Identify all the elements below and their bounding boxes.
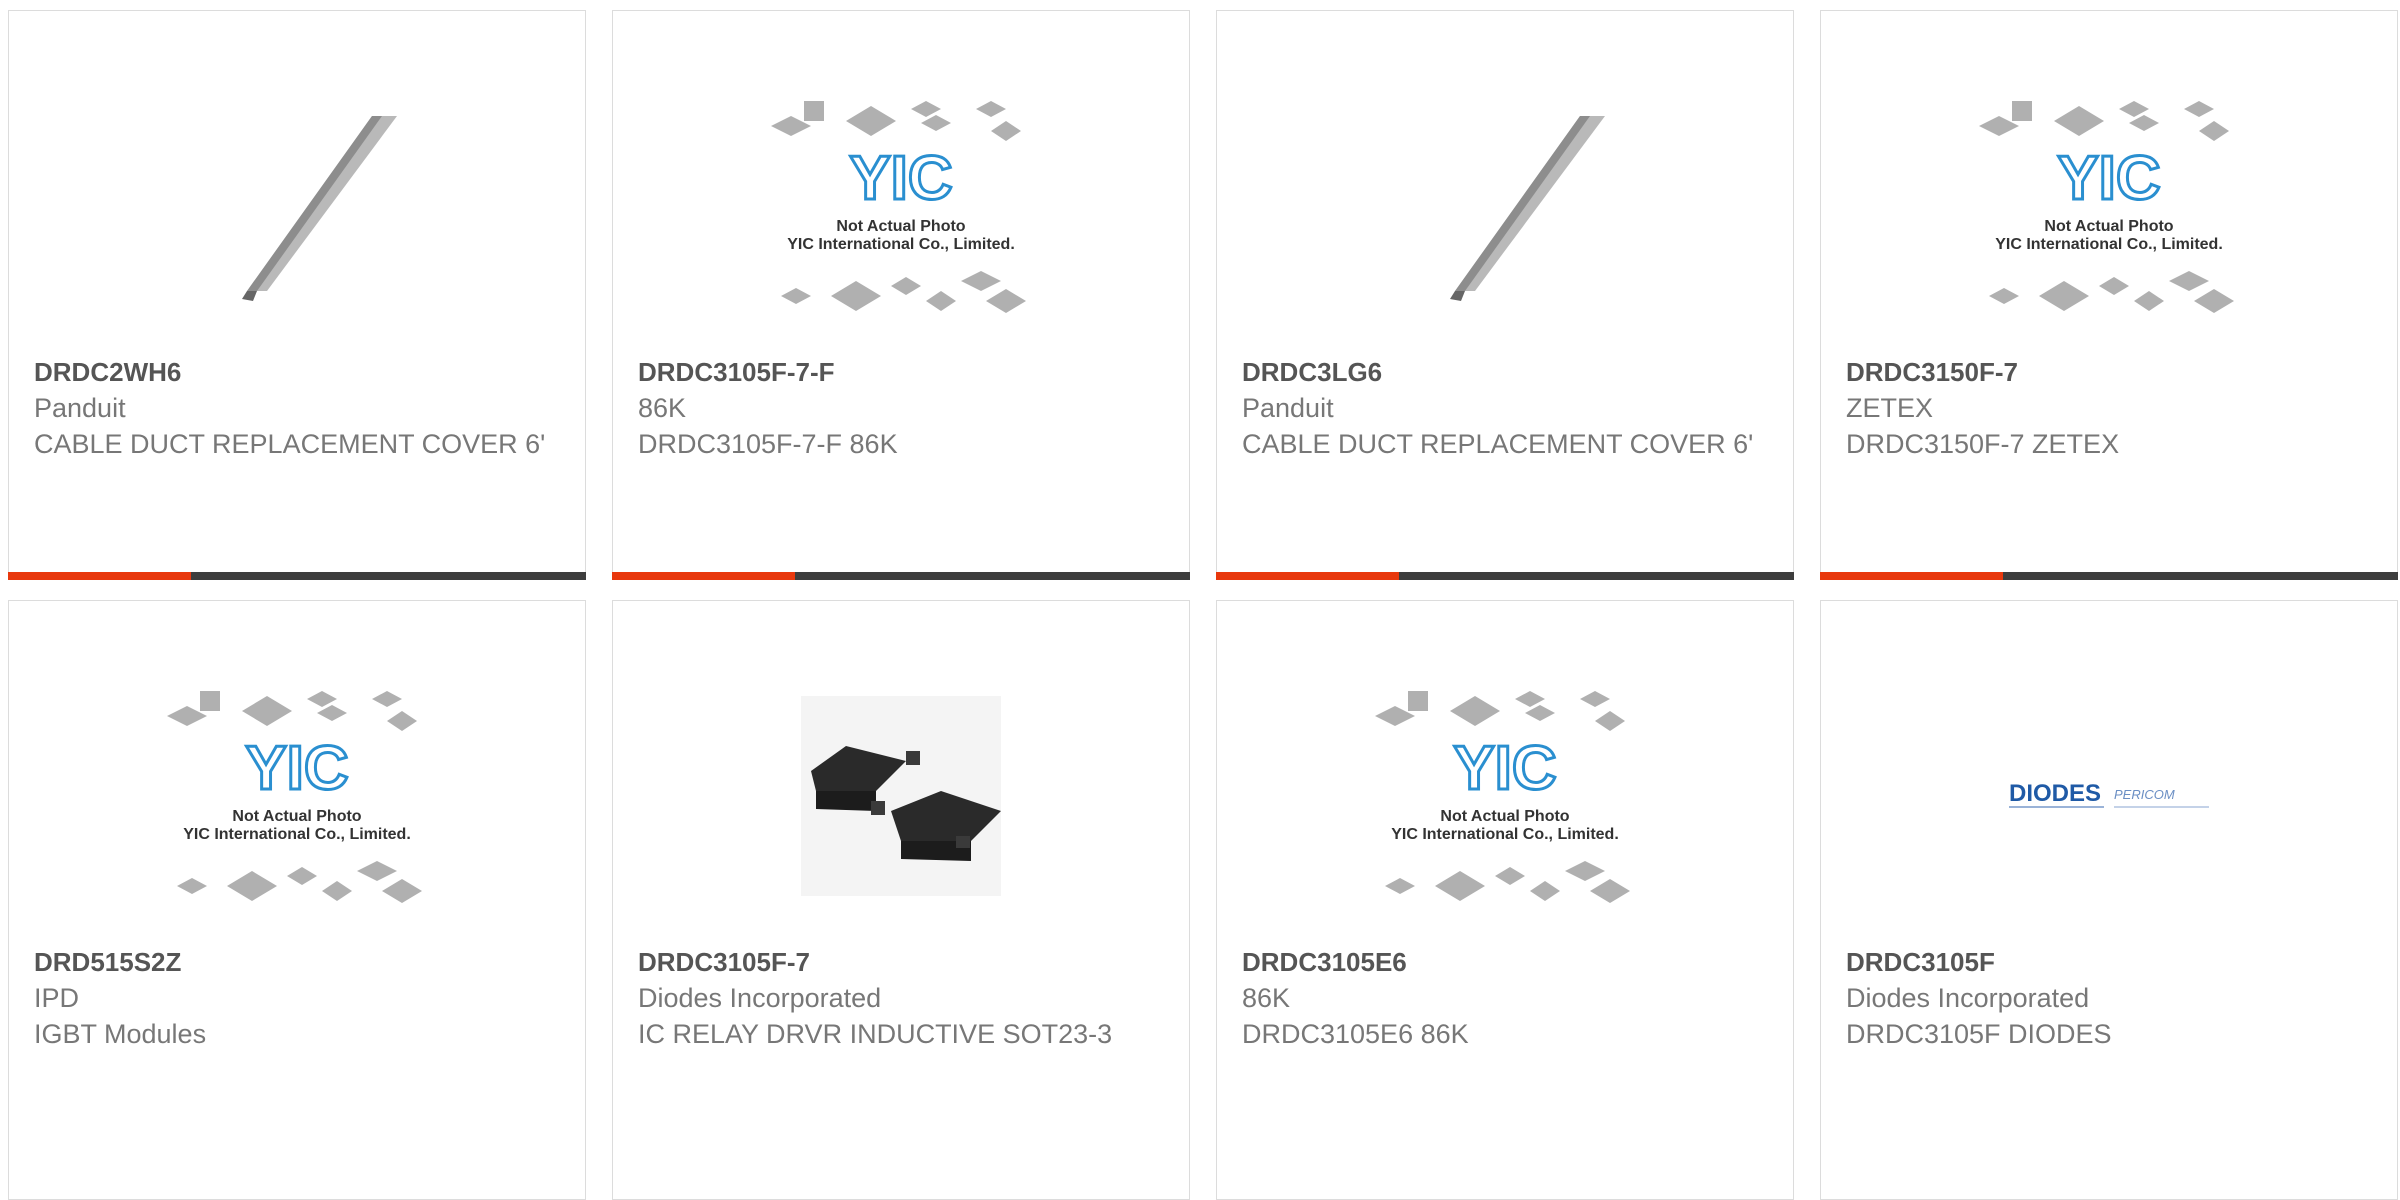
card-bottom-bar	[8, 572, 586, 580]
manufacturer: Diodes Incorporated	[638, 983, 882, 1013]
manufacturer: 86K	[1242, 983, 1291, 1013]
part-number[interactable]: DRDC3105E6	[1242, 944, 1773, 980]
svg-text:Not Actual Photo: Not Actual Photo	[1440, 808, 1569, 825]
description: CABLE DUCT REPLACEMENT COVER 6'	[34, 429, 546, 459]
description: IGBT Modules	[34, 1019, 207, 1049]
product-card[interactable]: YIC Not Actual Photo YIC International C…	[1216, 600, 1794, 1200]
yic-placeholder-icon: YIC Not Actual Photo YIC International C…	[157, 661, 437, 931]
product-grid: DRDC2WH6 Panduit CABLE DUCT REPLACEMENT …	[0, 0, 2400, 1200]
svg-text:YIC: YIC	[1453, 734, 1556, 803]
description: DRDC3105E6 86K	[1242, 1019, 1469, 1049]
svg-text:DIODES: DIODES	[2009, 780, 2101, 807]
part-number[interactable]: DRDC3150F-7	[1846, 354, 2377, 390]
manufacturer: 86K	[638, 393, 687, 423]
manufacturer: ZETEX	[1846, 393, 1934, 423]
manufacturer: IPD	[34, 983, 80, 1013]
product-card[interactable]: DRDC3105F-7 Diodes Incorporated IC RELAY…	[612, 600, 1190, 1200]
cable-duct-cover-icon	[1365, 71, 1645, 341]
diodes-logo-icon: DIODES PERICOM	[1969, 661, 2249, 931]
card-bottom-bar	[612, 572, 1190, 580]
part-number[interactable]: DRD515S2Z	[34, 944, 565, 980]
svg-text:YIC International Co., Limited: YIC International Co., Limited.	[1391, 826, 1619, 843]
manufacturer: Diodes Incorporated	[1846, 983, 2090, 1013]
part-number[interactable]: DRDC3105F	[1846, 944, 2377, 980]
product-card[interactable]: YIC Not Actual Photo YIC International C…	[612, 10, 1190, 580]
sot23-package-icon	[761, 661, 1041, 931]
manufacturer: Panduit	[1242, 393, 1334, 423]
svg-text:PERICOM: PERICOM	[2114, 787, 2175, 802]
product-card[interactable]: YIC Not Actual Photo YIC International C…	[1820, 10, 2398, 580]
cable-duct-cover-icon	[157, 71, 437, 341]
svg-text:YIC International Co., Limited: YIC International Co., Limited.	[183, 826, 411, 843]
product-card[interactable]: DIODES PERICOM DRDC3105F Diodes Incorpor…	[1820, 600, 2398, 1200]
part-number[interactable]: DRDC3LG6	[1242, 354, 1773, 390]
part-number[interactable]: DRDC3105F-7	[638, 944, 1169, 980]
description: IC RELAY DRVR INDUCTIVE SOT23-3	[638, 1019, 1113, 1049]
svg-text:Not Actual Photo: Not Actual Photo	[2044, 218, 2173, 235]
svg-text:YIC: YIC	[2057, 144, 2160, 213]
description: CABLE DUCT REPLACEMENT COVER 6'	[1242, 429, 1754, 459]
yic-placeholder-icon: YIC Not Actual Photo YIC International C…	[761, 71, 1041, 341]
product-card[interactable]: DRDC2WH6 Panduit CABLE DUCT REPLACEMENT …	[8, 10, 586, 580]
description: DRDC3105F DIODES	[1846, 1019, 2112, 1049]
svg-text:YIC: YIC	[849, 144, 952, 213]
yic-placeholder-icon: YIC Not Actual Photo YIC International C…	[1969, 71, 2249, 341]
part-number[interactable]: DRDC2WH6	[34, 354, 565, 390]
yic-placeholder-icon: YIC Not Actual Photo YIC International C…	[1365, 661, 1645, 931]
card-bottom-bar	[1820, 572, 2398, 580]
manufacturer: Panduit	[34, 393, 126, 423]
svg-text:Not Actual Photo: Not Actual Photo	[836, 218, 965, 235]
description: DRDC3105F-7-F 86K	[638, 429, 898, 459]
card-bottom-bar	[1216, 572, 1794, 580]
part-number[interactable]: DRDC3105F-7-F	[638, 354, 1169, 390]
svg-text:YIC International Co., Limited: YIC International Co., Limited.	[1995, 236, 2223, 253]
svg-text:YIC International Co., Limited: YIC International Co., Limited.	[787, 236, 1015, 253]
product-card[interactable]: DRDC3LG6 Panduit CABLE DUCT REPLACEMENT …	[1216, 10, 1794, 580]
description: DRDC3150F-7 ZETEX	[1846, 429, 2120, 459]
svg-text:Not Actual Photo: Not Actual Photo	[232, 808, 361, 825]
product-card[interactable]: YIC Not Actual Photo YIC International C…	[8, 600, 586, 1200]
svg-text:YIC: YIC	[245, 734, 348, 803]
